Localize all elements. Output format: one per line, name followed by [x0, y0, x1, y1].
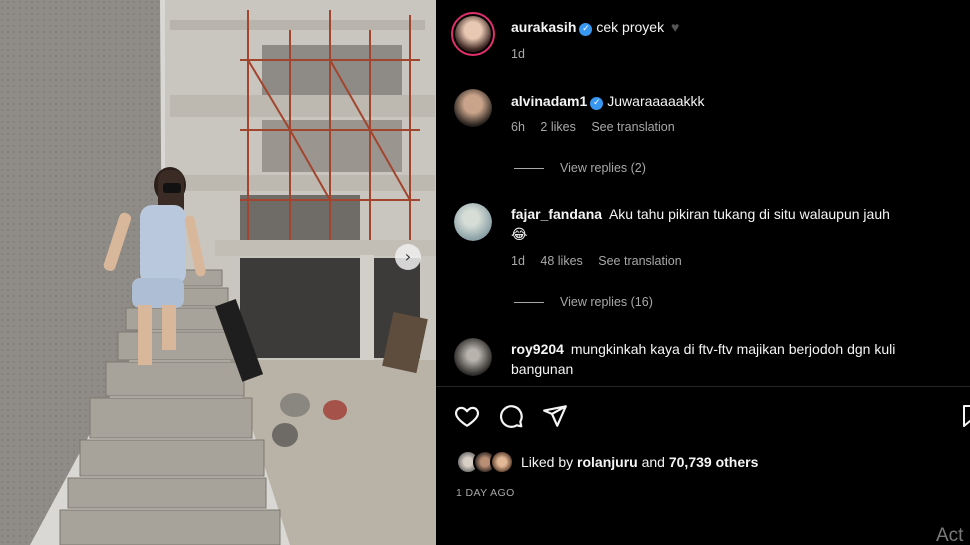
- comment-line: fajar_fandana Aku tahu pikiran tukang di…: [511, 206, 890, 222]
- comment-age: 6h: [511, 120, 525, 134]
- caption-line: aurakasih ✓ cek proyek ♥: [511, 19, 679, 36]
- replies-divider: [514, 301, 544, 303]
- comment-avatar[interactable]: [454, 89, 492, 127]
- comment-age: 1d: [511, 254, 525, 268]
- comment-line: alvinadam1 ✓ Juwaraaaaakkk: [511, 93, 705, 110]
- see-translation-link[interactable]: See translation: [598, 254, 681, 268]
- comment-meta: 6h 2 likes See translation: [511, 120, 687, 134]
- carousel-next-button[interactable]: ›: [395, 244, 421, 270]
- caption-age: 1d: [511, 47, 525, 61]
- activation-watermark: Act: [936, 525, 964, 545]
- post-photo: ›: [0, 0, 436, 545]
- view-replies-button[interactable]: View replies (16): [514, 295, 653, 309]
- author-username[interactable]: aurakasih: [511, 19, 576, 35]
- comment-meta: 1d 48 likes See translation: [511, 254, 694, 268]
- comment-text-line2: bangunan: [511, 361, 574, 377]
- view-replies-label: View replies (16): [560, 295, 653, 309]
- action-bar: [454, 403, 568, 429]
- post-timestamp: 1 DAY AGO: [456, 487, 515, 499]
- share-icon[interactable]: [542, 403, 568, 429]
- caption-text: cek proyek: [596, 19, 665, 35]
- comment-username[interactable]: roy9204: [511, 341, 564, 357]
- comments-panel: aurakasih ✓ cek proyek ♥ 1d alvinadam1 ✓ Juw…: [436, 0, 970, 545]
- comment-avatar[interactable]: [454, 338, 492, 376]
- view-replies-button[interactable]: View replies (2): [514, 161, 646, 175]
- verified-icon: ✓: [590, 97, 604, 110]
- liked-by-prefix: Liked by: [521, 454, 574, 470]
- comment-avatar[interactable]: [454, 203, 492, 241]
- bookmark-icon[interactable]: [962, 404, 970, 428]
- liked-by-count[interactable]: 70,739 others: [669, 454, 759, 470]
- comment-username[interactable]: fajar_fandana: [511, 206, 602, 222]
- liked-by-user[interactable]: rolanjuru: [577, 454, 638, 470]
- see-translation-link[interactable]: See translation: [591, 120, 674, 134]
- verified-icon: ✓: [579, 23, 593, 36]
- comment-text: mungkinkah kaya di ftv-ftv majikan berjo…: [570, 341, 896, 357]
- comment-icon[interactable]: [498, 403, 524, 429]
- comment-text: Aku tahu pikiran tukang di situ walaupun…: [608, 206, 890, 222]
- comment-text: Juwaraaaaakkk: [607, 93, 705, 109]
- section-divider: [436, 386, 970, 387]
- liked-by-text: Liked by rolanjuru and 70,739 others: [521, 454, 758, 470]
- caption-meta: 1d: [511, 47, 537, 61]
- construction-photo: [0, 0, 436, 545]
- liked-by-avatars[interactable]: [456, 450, 516, 474]
- comment-username[interactable]: alvinadam1: [511, 93, 587, 109]
- comment-likes[interactable]: 48 likes: [540, 254, 582, 268]
- liked-by-joiner: and: [641, 454, 665, 470]
- author-avatar[interactable]: [451, 12, 495, 56]
- replies-divider: [514, 167, 544, 169]
- liker-avatar: [490, 450, 514, 474]
- heart-icon[interactable]: [454, 403, 480, 429]
- chevron-right-icon: ›: [404, 247, 412, 266]
- comment-likes[interactable]: 2 likes: [540, 120, 575, 134]
- comment-text-line2: 😂: [511, 226, 528, 242]
- view-replies-label: View replies (2): [560, 161, 646, 175]
- caption-emoji: ♥: [670, 19, 680, 35]
- comment-line: roy9204 mungkinkah kaya di ftv-ftv majik…: [511, 341, 895, 357]
